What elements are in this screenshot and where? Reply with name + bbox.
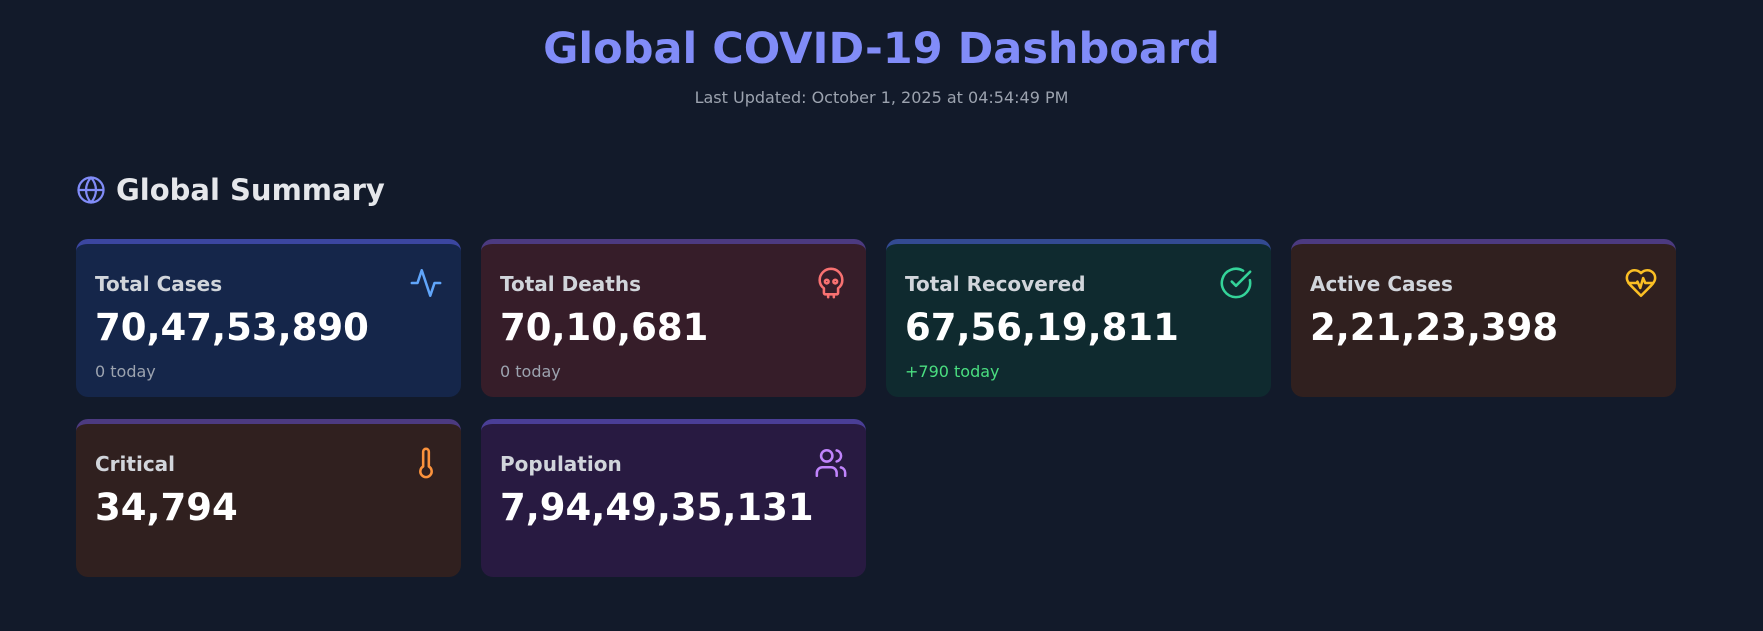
- globe-icon: [76, 175, 106, 205]
- card-label: Critical: [95, 452, 176, 476]
- last-updated-text: Last Updated: October 1, 2025 at 04:54:4…: [694, 88, 1069, 107]
- card-label: Total Recovered: [905, 272, 1086, 296]
- section-title: Global Summary: [116, 173, 385, 207]
- stat-card-total-cases: Total Cases 70,47,53,890 0 today: [76, 239, 461, 397]
- card-value: 67,56,19,811: [905, 306, 1179, 349]
- card-label: Active Cases: [1310, 272, 1453, 296]
- stat-card-active-cases: Active Cases 2,21,23,398: [1291, 239, 1676, 397]
- card-label: Total Cases: [95, 272, 223, 296]
- card-value: 70,10,681: [500, 306, 709, 349]
- stat-card-total-recovered: Total Recovered 67,56,19,811 +790 today: [886, 239, 1271, 397]
- card-delta: 0 today: [95, 362, 156, 381]
- card-delta: +790 today: [905, 362, 1000, 381]
- activity-icon: [409, 266, 443, 300]
- users-icon: [814, 446, 848, 480]
- card-label: Population: [500, 452, 622, 476]
- card-delta: 0 today: [500, 362, 561, 381]
- card-value: 70,47,53,890: [95, 306, 369, 349]
- card-value: 34,794: [95, 486, 238, 529]
- check-circle-icon: [1219, 266, 1253, 300]
- stat-card-critical: Critical 34,794: [76, 419, 461, 577]
- skull-icon: [814, 266, 848, 300]
- card-label: Total Deaths: [500, 272, 641, 296]
- thermometer-icon: [409, 446, 443, 480]
- card-value: 2,21,23,398: [1310, 306, 1559, 349]
- card-value: 7,94,49,35,131: [500, 486, 814, 529]
- heart-pulse-icon: [1624, 266, 1658, 300]
- stat-card-population: Population 7,94,49,35,131: [481, 419, 866, 577]
- page-title: Global COVID-19 Dashboard: [543, 24, 1220, 74]
- section-header: Global Summary: [76, 172, 385, 208]
- stat-card-total-deaths: Total Deaths 70,10,681 0 today: [481, 239, 866, 397]
